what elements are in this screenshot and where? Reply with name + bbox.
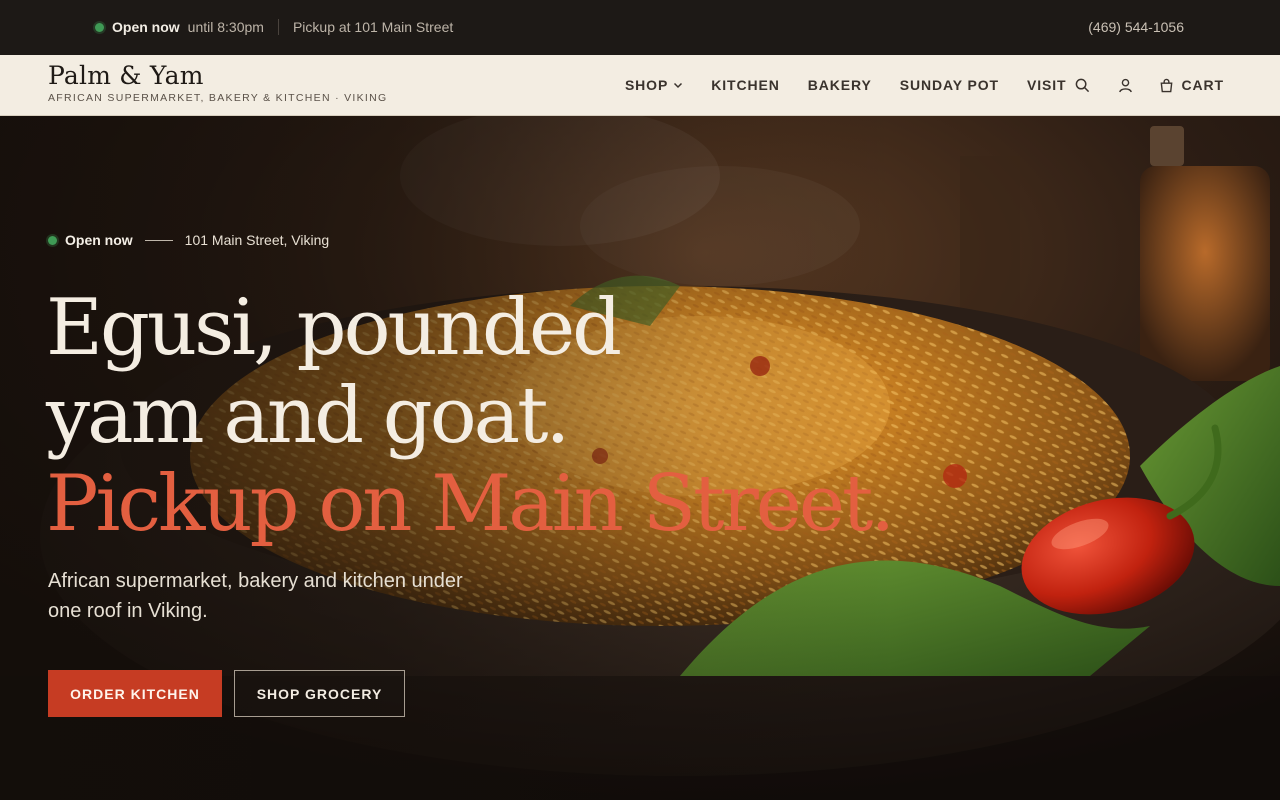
open-status-dot-icon <box>95 22 104 32</box>
search-icon[interactable] <box>1075 78 1090 93</box>
brand-name: Palm & Yam <box>48 61 204 90</box>
brand-tagline: AFRICAN SUPERMARKET, BAKERY & KITCHEN · … <box>48 92 388 104</box>
open-status-dot-icon <box>48 235 57 245</box>
nav-visit[interactable]: VISIT <box>1027 77 1067 93</box>
top-info-bar: Open now until 8:30pm Pickup at 101 Main… <box>0 0 1280 55</box>
store-status: Open now until 8:30pm Pickup at 101 Main… <box>95 19 453 35</box>
open-now-label: Open now <box>112 19 180 35</box>
cart-button[interactable]: CART <box>1159 77 1224 93</box>
shopping-bag-icon <box>1160 78 1172 92</box>
hero-eyebrow: Open now 101 Main Street, Viking <box>48 232 329 248</box>
divider <box>277 19 279 35</box>
divider <box>144 239 173 241</box>
cart-label: CART <box>1181 77 1224 93</box>
main-nav: SHOP KITCHEN BAKERY SUNDAY POT VISIT CAR… <box>625 55 1224 115</box>
nav-kitchen[interactable]: KITCHEN <box>711 77 780 93</box>
brand-logo[interactable]: Palm & Yam AFRICAN SUPERMARKET, BAKERY &… <box>48 61 387 104</box>
chevron-down-icon <box>674 82 683 89</box>
hero-section: Open now 101 Main Street, Viking Egusi, … <box>0 116 1280 800</box>
headline-line-1: Egusi, pounded <box>46 283 622 373</box>
open-until-label: until 8:30pm <box>187 19 264 35</box>
nav-shop[interactable]: SHOP <box>625 77 683 93</box>
hero-open-label: Open now <box>65 232 133 248</box>
nav-bakery[interactable]: BAKERY <box>808 77 872 93</box>
nav-shop-label: SHOP <box>624 77 669 93</box>
user-icon[interactable] <box>1118 78 1133 93</box>
nav-sunday-pot[interactable]: SUNDAY POT <box>900 77 999 93</box>
hero-headline: Egusi, pounded yam and goat. Pickup on M… <box>46 283 895 549</box>
site-header: Palm & Yam AFRICAN SUPERMARKET, BAKERY &… <box>0 55 1280 116</box>
shop-grocery-button[interactable]: SHOP GROCERY <box>234 670 405 717</box>
hero-address: 101 Main Street, Viking <box>184 232 330 248</box>
pickup-address: Pickup at 101 Main Street <box>292 19 454 35</box>
headline-accent: Pickup on Main Street. <box>46 459 895 549</box>
hero-description: African supermarket, bakery and kitchen … <box>48 570 463 622</box>
phone-link[interactable]: (469) 544-1056 <box>1088 19 1184 35</box>
headline-line-2: yam and goat. <box>46 371 570 461</box>
order-kitchen-button[interactable]: ORDER KITCHEN <box>48 670 222 717</box>
